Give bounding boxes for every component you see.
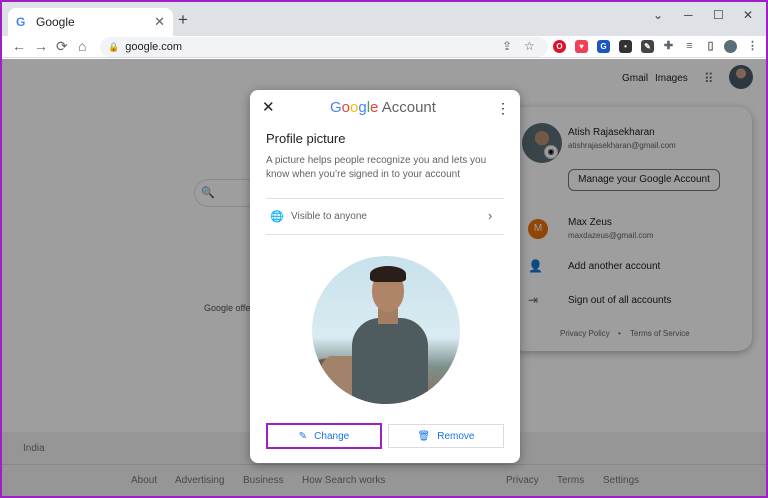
profile-avatar-icon[interactable] — [724, 40, 737, 53]
browser-toolbar: ← → ⟳ ⌂ 🔒 google.com ⇪ ☆ O ♥ G • ✎ ✚ ≡ ▯… — [2, 36, 766, 58]
profile-photo — [312, 256, 460, 404]
browser-window: G Google ✕ + ⌄ ─ ☐ ✕ ← → ⟳ ⌂ 🔒 google.co… — [2, 2, 766, 496]
google-homepage: Gmail Images ⠿ 🔍 Google offe India About… — [2, 59, 766, 496]
profile-picture-dialog: ✕ Google Account ⋮ Profile picture A pic… — [250, 90, 520, 463]
maximize-button[interactable]: ☐ — [713, 8, 724, 22]
close-window-button[interactable]: ✕ — [743, 8, 753, 22]
lock-icon[interactable]: 🔒 — [108, 42, 119, 53]
google-account-title: Google Account — [330, 99, 436, 116]
google-favicon-icon: G — [16, 15, 26, 29]
pocket-extension-icon[interactable]: ♥ — [575, 40, 588, 53]
more-vert-icon[interactable]: ⋮ — [496, 100, 510, 117]
dialog-description: A picture helps people recognize you and… — [266, 155, 487, 180]
reading-list-icon[interactable]: ≡ — [683, 40, 696, 53]
side-panel-icon[interactable]: ▯ — [704, 40, 717, 53]
forward-arrow-icon[interactable]: → — [34, 38, 48, 54]
url-text: google.com — [125, 41, 183, 53]
dialog-heading: Profile picture — [266, 131, 346, 146]
tab-close-icon[interactable]: ✕ — [154, 14, 165, 30]
tab-strip: G Google ✕ + ⌄ ─ ☐ ✕ — [2, 2, 766, 36]
minimize-button[interactable]: ─ — [684, 8, 693, 22]
home-icon[interactable]: ⌂ — [78, 38, 86, 54]
tab-title: Google — [36, 15, 75, 29]
address-bar[interactable]: 🔒 google.com ⇪ ☆ — [100, 37, 548, 57]
photo-person-body — [352, 318, 428, 404]
remove-label: Remove — [437, 430, 475, 442]
title-suffix: Account — [381, 99, 436, 116]
new-tab-button[interactable]: + — [178, 10, 188, 30]
remove-button[interactable]: 🗑 Remove — [388, 424, 504, 448]
back-arrow-icon[interactable]: ← — [12, 38, 26, 54]
pencil-icon: ✎ — [298, 430, 308, 442]
change-label: Change — [314, 430, 350, 442]
reload-icon[interactable]: ⟳ — [56, 38, 68, 55]
tab-google[interactable]: G Google ✕ — [8, 8, 173, 36]
chevron-right-icon: › — [488, 208, 493, 223]
share-icon[interactable]: ⇪ — [502, 39, 512, 53]
logo-letter: G — [330, 99, 342, 116]
edit-extension-icon[interactable]: ✎ — [641, 40, 654, 53]
logo-letter: g — [358, 99, 367, 116]
close-icon[interactable]: ✕ — [262, 98, 275, 116]
spy-extension-icon[interactable]: • — [619, 40, 632, 53]
extensions-puzzle-icon[interactable]: ✚ — [662, 40, 675, 53]
change-button[interactable]: ✎ Change — [266, 423, 382, 449]
logo-letter: o — [341, 99, 351, 116]
visibility-label: Visible to anyone — [291, 211, 367, 222]
trash-icon: 🗑 — [417, 430, 431, 442]
globe-icon: 🌐 — [270, 211, 284, 223]
visibility-row[interactable]: 🌐 Visible to anyone › — [266, 198, 504, 235]
browser-menu-icon[interactable]: ⋮ — [746, 40, 759, 53]
bookmark-star-icon[interactable]: ☆ — [524, 39, 535, 53]
tab-search-chevron-icon[interactable]: ⌄ — [653, 8, 663, 22]
logo-letter: e — [370, 99, 379, 116]
opera-extension-icon[interactable]: O — [553, 40, 566, 53]
grammar-extension-icon[interactable]: G — [597, 40, 610, 53]
photo-person-hair — [370, 266, 406, 282]
